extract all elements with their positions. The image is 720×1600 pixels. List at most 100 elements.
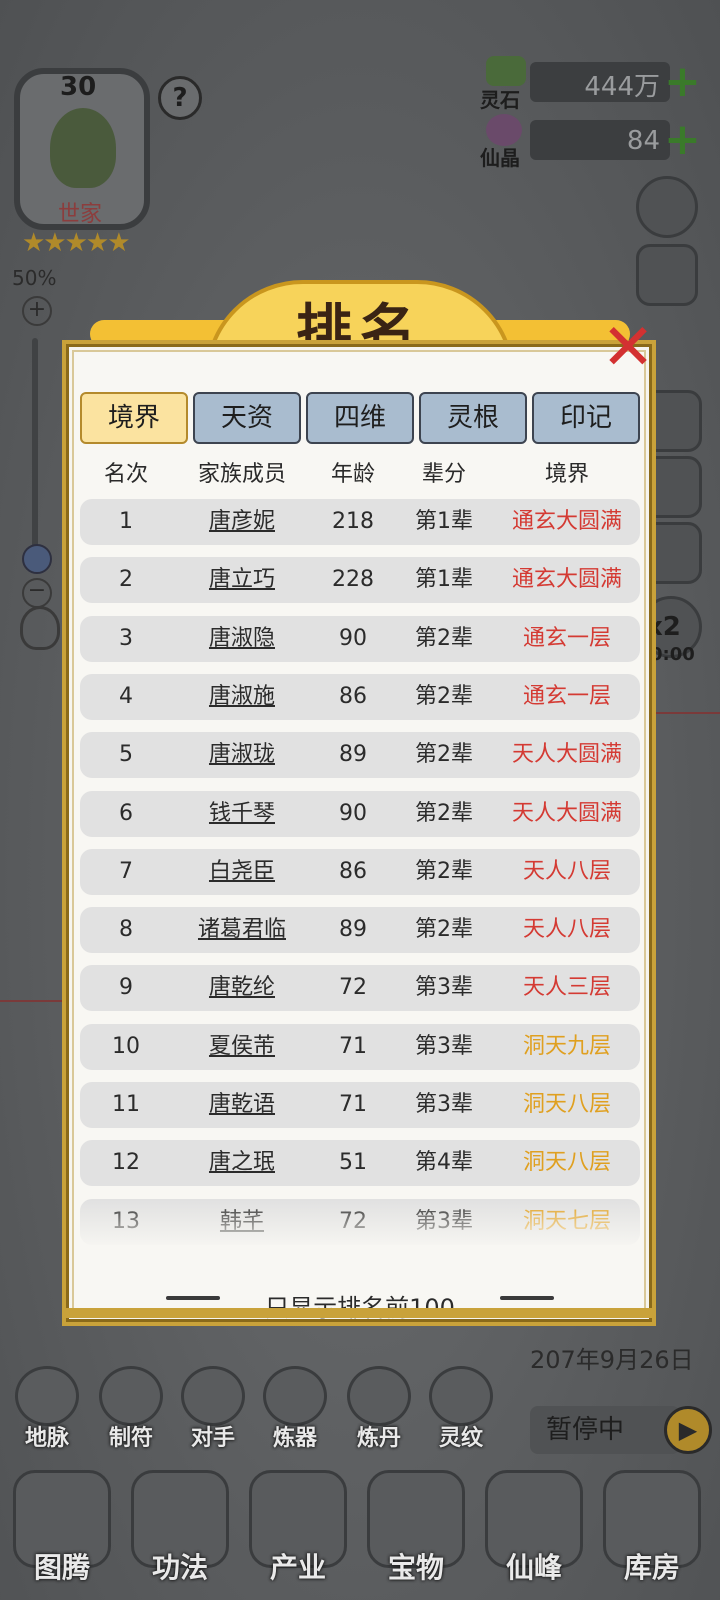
scroll-icon[interactable] bbox=[636, 244, 698, 306]
storehouse-button[interactable]: 库房 bbox=[600, 1470, 704, 1600]
tab-realm[interactable]: 境界 bbox=[80, 392, 188, 444]
rank-cell: 1 bbox=[119, 509, 133, 534]
zoom-out-button[interactable]: − bbox=[22, 578, 52, 608]
realm-cell: 天人大圆满 bbox=[511, 800, 622, 826]
industry-button[interactable]: 产业 bbox=[246, 1470, 350, 1600]
speed-timer: 0:00 bbox=[650, 644, 695, 665]
play-button[interactable]: ▶ bbox=[664, 1406, 712, 1454]
map-boundary-line bbox=[650, 712, 720, 714]
member-name-link[interactable]: 白尧臣 bbox=[172, 849, 312, 895]
list-fade bbox=[80, 1200, 640, 1250]
close-button[interactable]: ✕ bbox=[596, 316, 660, 380]
ranking-list[interactable]: 1 唐彦妮 218 第1辈 通玄大圆满 2 唐立巧 228 第1辈 通玄大圆满 3 唐淑隐 90 第2辈通… bbox=[80, 498, 640, 1250]
alchemy-icon bbox=[347, 1366, 411, 1426]
rank-cell: 12 bbox=[112, 1150, 140, 1176]
rank-cell: 2 bbox=[119, 567, 133, 593]
game-date: 207年9月26日 bbox=[530, 1346, 694, 1374]
earth-vein-button[interactable]: 地脉 bbox=[12, 1366, 82, 1451]
table-row[interactable]: 7 白尧臣 86 第2辈 天人八层 bbox=[80, 848, 640, 895]
rank-cell: 10 bbox=[112, 1033, 140, 1059]
age-cell: 71 bbox=[339, 1092, 367, 1117]
zoom-slider-handle[interactable] bbox=[22, 544, 52, 574]
realm-cell: 通玄大圆满 bbox=[511, 567, 622, 593]
zoom-in-button[interactable]: + bbox=[22, 296, 52, 326]
table-row[interactable]: 1 唐彦妮 218 第1辈 通玄大圆满 bbox=[80, 499, 640, 545]
age-cell: 71 bbox=[339, 1033, 367, 1059]
generation-cell: 第2辈 bbox=[415, 742, 473, 768]
rune-button[interactable]: 灵纹 bbox=[426, 1366, 496, 1451]
member-name-link[interactable]: 唐彦妮 bbox=[172, 499, 312, 545]
table-row[interactable]: 6 钱千琴 90 第2辈 天人大圆满 bbox=[80, 790, 640, 837]
totem-button[interactable]: 图腾 bbox=[10, 1470, 114, 1600]
realm-cell: 天人八层 bbox=[522, 917, 611, 943]
member-name-link[interactable]: 唐之珉 bbox=[172, 1140, 312, 1186]
totem-label: 图腾 bbox=[33, 1551, 90, 1584]
generation-cell: 第2辈 bbox=[415, 625, 473, 651]
forge-button[interactable]: 炼器 bbox=[260, 1366, 330, 1451]
opponent-icon bbox=[181, 1366, 245, 1426]
tab-spirit-root[interactable]: 灵根 bbox=[419, 392, 527, 444]
table-row[interactable]: 12 唐之珉 51 第4辈 洞天八层 bbox=[80, 1140, 640, 1187]
tab-mark[interactable]: 印记 bbox=[532, 392, 640, 444]
member-name-link[interactable]: 唐淑珑 bbox=[172, 732, 312, 778]
table-row[interactable]: 9 唐乾纶 72 第3辈 天人三层 bbox=[80, 965, 640, 1012]
add-immortal-crystal-button[interactable]: + bbox=[664, 118, 701, 162]
zoom-slider[interactable] bbox=[32, 338, 38, 558]
realm-cell: 天人三层 bbox=[522, 975, 611, 1001]
member-name-link[interactable]: 诸葛君临 bbox=[172, 907, 312, 953]
settings-gear-icon[interactable] bbox=[636, 176, 698, 238]
member-name-link[interactable]: 唐立巧 bbox=[172, 557, 312, 603]
header-age: 年龄 bbox=[330, 462, 375, 487]
peak-button[interactable]: 仙峰 bbox=[482, 1470, 586, 1600]
clan-stars: ★★★★★ bbox=[22, 228, 131, 258]
pause-status[interactable]: 暂停中 bbox=[530, 1406, 680, 1454]
table-row[interactable]: 3 唐淑隐 90 第2辈 通玄一层 bbox=[80, 615, 640, 662]
locate-icon[interactable] bbox=[20, 606, 60, 650]
table-row[interactable]: 8 诸葛君临 89 第2辈 天人八层 bbox=[80, 907, 640, 954]
generation-cell: 第2辈 bbox=[415, 683, 473, 709]
tab-talent[interactable]: 天资 bbox=[193, 392, 301, 444]
rune-label: 灵纹 bbox=[438, 1426, 483, 1451]
member-name-link[interactable]: 唐乾语 bbox=[172, 1082, 312, 1128]
member-name-link[interactable]: 唐淑隐 bbox=[172, 616, 312, 662]
realm-cell: 天人大圆满 bbox=[511, 742, 622, 768]
opponent-label: 对手 bbox=[190, 1426, 235, 1451]
table-row[interactable]: 5 唐淑珑 89 第2辈 天人大圆满 bbox=[80, 732, 640, 779]
table-row[interactable]: 4 唐淑施 86 第2辈 通玄一层 bbox=[80, 673, 640, 720]
immortal-crystal-value: 84 bbox=[626, 126, 660, 156]
talisman-icon bbox=[99, 1366, 163, 1426]
talisman-button[interactable]: 制符 bbox=[96, 1366, 166, 1451]
member-name-link[interactable]: 夏侯芾 bbox=[172, 1024, 312, 1070]
rank-cell: 8 bbox=[119, 917, 133, 943]
earth-vein-icon bbox=[15, 1366, 79, 1426]
talisman-label: 制符 bbox=[108, 1426, 153, 1451]
age-cell: 72 bbox=[339, 975, 367, 1001]
treasure-button[interactable]: 宝物 bbox=[364, 1470, 468, 1600]
member-name-link[interactable]: 钱千琴 bbox=[172, 791, 312, 837]
immortal-crystal-label: 仙晶 bbox=[480, 146, 520, 170]
table-row[interactable]: 11 唐乾语 71 第3辈 洞天八层 bbox=[80, 1082, 640, 1128]
storehouse-label: 库房 bbox=[623, 1551, 680, 1584]
peak-label: 仙峰 bbox=[505, 1551, 562, 1584]
member-name-link[interactable]: 唐乾纶 bbox=[172, 965, 312, 1011]
technique-button[interactable]: 功法 bbox=[128, 1470, 232, 1600]
age-cell: 218 bbox=[332, 509, 374, 534]
help-button[interactable]: ? bbox=[158, 76, 202, 120]
realm-cell: 洞天八层 bbox=[522, 1150, 611, 1176]
table-row[interactable]: 10 夏侯芾 71 第3辈 洞天九层 bbox=[80, 1023, 640, 1070]
alchemy-button[interactable]: 炼丹 bbox=[344, 1366, 414, 1451]
tab-attributes[interactable]: 四维 bbox=[306, 392, 414, 444]
forge-icon bbox=[263, 1366, 327, 1426]
spirit-stone-label: 灵石 bbox=[480, 88, 520, 112]
treasure-label: 宝物 bbox=[387, 1551, 444, 1584]
opponent-button[interactable]: 对手 bbox=[178, 1366, 248, 1451]
generation-cell: 第2辈 bbox=[415, 800, 473, 826]
add-spirit-stone-button[interactable]: + bbox=[664, 60, 701, 104]
earth-vein-label: 地脉 bbox=[24, 1426, 69, 1451]
spirit-stone-icon bbox=[486, 56, 526, 86]
age-cell: 89 bbox=[339, 917, 367, 943]
rune-icon bbox=[429, 1366, 493, 1426]
realm-cell: 天人八层 bbox=[522, 858, 611, 884]
member-name-link[interactable]: 唐淑施 bbox=[172, 674, 312, 720]
table-row[interactable]: 2 唐立巧 228 第1辈 通玄大圆满 bbox=[80, 557, 640, 604]
